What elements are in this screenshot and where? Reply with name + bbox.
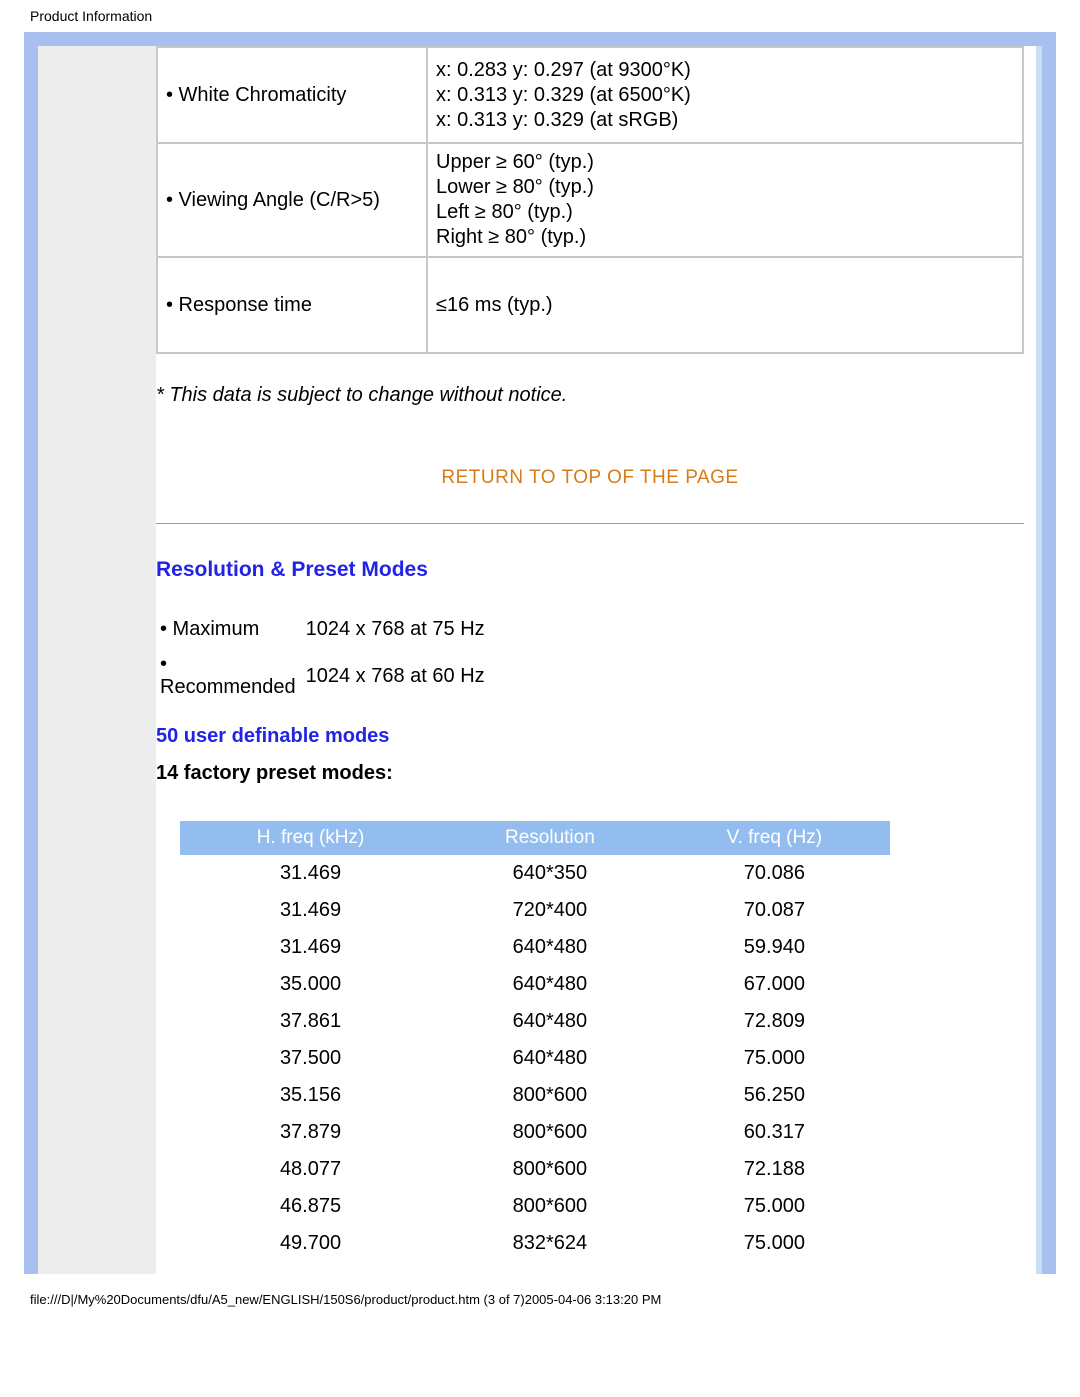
cell: 31.469 xyxy=(180,929,441,966)
cell: 56.250 xyxy=(659,1077,890,1114)
spec-value: x: 0.283 y: 0.297 (at 9300°K)x: 0.313 y:… xyxy=(427,47,1023,143)
table-row: 46.875800*60075.000 xyxy=(180,1188,890,1225)
cell: 60.317 xyxy=(659,1114,890,1151)
cell: 46.875 xyxy=(180,1188,441,1225)
spec-label: • Response time xyxy=(157,257,427,353)
cell: 72.809 xyxy=(659,1003,890,1040)
table-row: 49.700832*62475.000 xyxy=(180,1225,890,1262)
spec-table: • White Chromaticityx: 0.283 y: 0.297 (a… xyxy=(156,46,1024,354)
cell: 35.000 xyxy=(180,966,441,1003)
table-row: 31.469720*40070.087 xyxy=(180,892,890,929)
cell: 640*480 xyxy=(441,1003,659,1040)
table-row: 37.500640*48075.000 xyxy=(180,1040,890,1077)
spec-label: • White Chromaticity xyxy=(157,47,427,143)
footnote: * This data is subject to change without… xyxy=(156,384,1024,407)
table-row: 35.156800*60056.250 xyxy=(180,1077,890,1114)
return-to-top-link[interactable]: RETURN TO TOP OF THE PAGE xyxy=(156,467,1024,489)
mode-label: • Recommended xyxy=(160,647,306,705)
cell: 800*600 xyxy=(441,1077,659,1114)
mode-label: • Maximum xyxy=(160,612,306,647)
cell: 35.156 xyxy=(180,1077,441,1114)
mode-value: 1024 x 768 at 60 Hz xyxy=(306,647,495,705)
spec-value: ≤16 ms (typ.) xyxy=(427,257,1023,353)
cell: 720*400 xyxy=(441,892,659,929)
preset-table: H. freq (kHz)ResolutionV. freq (Hz) 31.4… xyxy=(180,821,890,1262)
table-row: 31.469640*35070.086 xyxy=(180,855,890,892)
cell: 48.077 xyxy=(180,1151,441,1188)
divider xyxy=(156,523,1024,524)
table-row: 31.469640*48059.940 xyxy=(180,929,890,966)
cell: 72.188 xyxy=(659,1151,890,1188)
main-content: • White Chromaticityx: 0.283 y: 0.297 (a… xyxy=(156,46,1042,1274)
cell: 49.700 xyxy=(180,1225,441,1262)
table-row: 37.879800*60060.317 xyxy=(180,1114,890,1151)
table-row: • Maximum1024 x 768 at 75 Hz xyxy=(160,612,495,647)
table-row: • Recommended1024 x 768 at 60 Hz xyxy=(160,647,495,705)
cell: 832*624 xyxy=(441,1225,659,1262)
left-sidebar xyxy=(38,46,156,1274)
cell: 37.500 xyxy=(180,1040,441,1077)
cell: 37.879 xyxy=(180,1114,441,1151)
cell: 800*600 xyxy=(441,1151,659,1188)
table-row: • White Chromaticityx: 0.283 y: 0.297 (a… xyxy=(157,47,1023,143)
cell: 800*600 xyxy=(441,1114,659,1151)
table-row: 48.077800*60072.188 xyxy=(180,1151,890,1188)
cell: 640*480 xyxy=(441,929,659,966)
table-row: 37.861640*48072.809 xyxy=(180,1003,890,1040)
table-row: • Viewing Angle (C/R>5)Upper ≥ 60° (typ.… xyxy=(157,143,1023,257)
cell: 37.861 xyxy=(180,1003,441,1040)
cell: 31.469 xyxy=(180,855,441,892)
footer-path: file:///D|/My%20Documents/dfu/A5_new/ENG… xyxy=(0,1274,1080,1317)
page-title: Product Information xyxy=(0,0,1080,32)
table-row: 35.000640*48067.000 xyxy=(180,966,890,1003)
cell: 640*480 xyxy=(441,1040,659,1077)
cell: 640*350 xyxy=(441,855,659,892)
cell: 75.000 xyxy=(659,1188,890,1225)
cell: 800*600 xyxy=(441,1188,659,1225)
spec-label: • Viewing Angle (C/R>5) xyxy=(157,143,427,257)
outer-frame: • White Chromaticityx: 0.283 y: 0.297 (a… xyxy=(24,32,1056,1274)
column-header: V. freq (Hz) xyxy=(659,821,890,855)
cell: 70.086 xyxy=(659,855,890,892)
cell: 59.940 xyxy=(659,929,890,966)
cell: 67.000 xyxy=(659,966,890,1003)
table-row: • Response time≤16 ms (typ.) xyxy=(157,257,1023,353)
cell: 70.087 xyxy=(659,892,890,929)
cell: 75.000 xyxy=(659,1040,890,1077)
factory-preset-heading: 14 factory preset modes: xyxy=(156,762,1024,785)
section-heading-resolution: Resolution & Preset Modes xyxy=(156,558,1024,582)
column-header: Resolution xyxy=(441,821,659,855)
spec-value: Upper ≥ 60° (typ.)Lower ≥ 80° (typ.)Left… xyxy=(427,143,1023,257)
user-definable-heading: 50 user definable modes xyxy=(156,725,1024,748)
column-header: H. freq (kHz) xyxy=(180,821,441,855)
inner-frame: • White Chromaticityx: 0.283 y: 0.297 (a… xyxy=(38,46,1042,1274)
cell: 75.000 xyxy=(659,1225,890,1262)
cell: 640*480 xyxy=(441,966,659,1003)
mode-value: 1024 x 768 at 75 Hz xyxy=(306,612,495,647)
cell: 31.469 xyxy=(180,892,441,929)
resolution-modes-table: • Maximum1024 x 768 at 75 Hz• Recommende… xyxy=(160,612,495,705)
